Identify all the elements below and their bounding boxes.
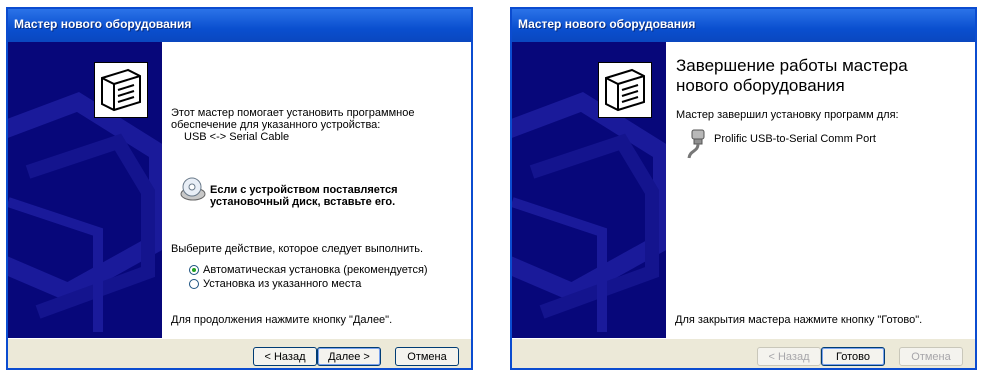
cancel-button[interactable]: Отмена xyxy=(395,347,459,366)
device-name: USB <-> Serial Cable xyxy=(184,131,290,143)
hardware-wizard-window-2: Мастер нового оборудования Завершение ра… xyxy=(510,7,977,370)
disk-hint-line-2: установочный диск, вставьте его. xyxy=(210,196,396,208)
cd-disk-icon xyxy=(180,177,206,201)
disk-hint-line-1: Если с устройством поставляется xyxy=(210,184,398,196)
radio-label-auto[interactable]: Автоматическая установка (рекомендуется) xyxy=(203,264,428,276)
wizard-content: Завершение работы мастера нового оборудо… xyxy=(666,42,975,338)
window-title: Мастер нового оборудования xyxy=(8,9,471,42)
back-button[interactable]: < Назад xyxy=(253,347,317,366)
next-button[interactable]: Далее > xyxy=(317,347,381,366)
radio-label-manual[interactable]: Установка из указанного места xyxy=(203,278,361,290)
continue-hint: Для продолжения нажмите кнопку "Далее". xyxy=(171,314,393,326)
hardware-icon xyxy=(598,62,652,118)
radio-button-auto[interactable] xyxy=(189,265,199,275)
hardware-icon xyxy=(94,62,148,118)
finished-text: Мастер завершил установку программ для: xyxy=(676,109,899,121)
wizard-sidebar xyxy=(512,42,666,338)
wizard-sidebar xyxy=(8,42,162,338)
serial-port-icon xyxy=(687,129,705,159)
choose-action-label: Выберите действие, которое следует выпол… xyxy=(171,243,424,255)
wizard-content: Этот мастер помогает установить программ… xyxy=(162,42,471,338)
finish-button[interactable]: Готово xyxy=(821,347,885,366)
back-button[interactable]: < Назад xyxy=(757,347,821,366)
device-name: Prolific USB-to-Serial Comm Port xyxy=(714,133,876,145)
window-title: Мастер нового оборудования xyxy=(512,9,975,42)
hardware-wizard-window-1: Мастер нового оборудования Этот мастер п… xyxy=(6,7,473,370)
intro-line-2: обеспечение для указанного устройства: xyxy=(171,119,381,131)
heading-line-2: нового оборудования xyxy=(676,76,845,95)
heading-line-1: Завершение работы мастера xyxy=(676,56,908,75)
close-hint: Для закрытия мастера нажмите кнопку "Гот… xyxy=(675,314,923,326)
button-bar: < Назад Далее > Отмена xyxy=(8,338,471,368)
cancel-button[interactable]: Отмена xyxy=(899,347,963,366)
button-bar: < Назад Готово Отмена xyxy=(512,338,975,368)
radio-button-manual[interactable] xyxy=(189,279,199,289)
intro-line-1: Этот мастер помогает установить программ… xyxy=(171,107,415,119)
